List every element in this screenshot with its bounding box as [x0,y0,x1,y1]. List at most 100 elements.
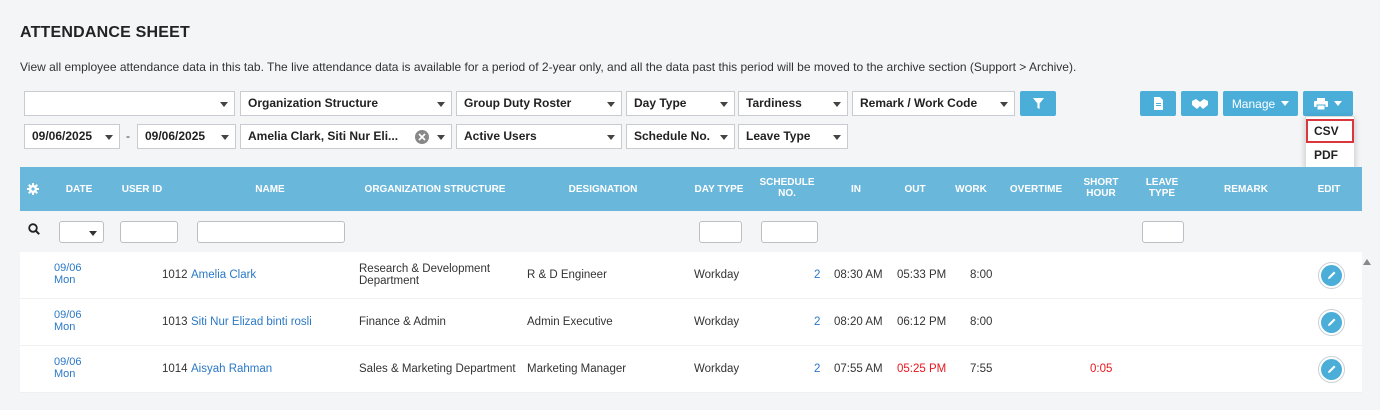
schedule-no-label: Schedule No. [634,129,711,143]
schedule-no-filter-input[interactable] [761,221,818,243]
remark-work-code-label: Remark / Work Code [860,96,978,110]
row-work-hours: 8:00 [970,269,993,281]
print-button[interactable] [1303,91,1353,116]
date-range-separator: - [126,129,130,143]
export-document-button[interactable] [1140,91,1176,116]
row-designation: Admin Executive [527,316,613,328]
leave-type-filter-input[interactable] [1142,221,1184,243]
scroll-up-arrow-icon[interactable] [1363,259,1371,265]
date-to-select[interactable]: 09/06/2025 [137,124,236,149]
row-schedule-no[interactable]: 2 [814,316,820,328]
row-day-type: Workday [694,363,740,375]
row-short-hour: 0:05 [1090,363,1113,375]
chevron-down-icon [220,102,228,107]
row-org-structure: Research & Development Department [359,263,491,287]
user-status-select[interactable]: Active Users [456,124,622,149]
row-work-hours: 8:00 [970,316,993,328]
tardiness-label: Tardiness [746,96,802,110]
date-from-select[interactable]: 09/06/2025 [24,124,120,149]
row-date[interactable]: 09/06 Mon [54,262,82,286]
date-from-value: 09/06/2025 [32,129,93,143]
pencil-icon [1328,365,1336,373]
filter-button[interactable] [1020,91,1056,116]
row-out-time: 05:25 PM [897,363,947,375]
leave-type-select[interactable]: Leave Type [738,124,848,149]
row-schedule-no[interactable]: 2 [814,363,820,375]
edit-button[interactable] [1318,309,1345,336]
column-header-out[interactable]: OUT [904,184,925,195]
group-duty-roster-select[interactable]: Group Duty Roster [456,91,622,116]
day-type-filter-input[interactable] [699,221,742,243]
column-header-name[interactable]: NAME [255,184,284,195]
edit-button[interactable] [1318,262,1345,289]
column-header-designation[interactable]: DESIGNATION [569,184,638,195]
remark-work-code-select[interactable]: Remark / Work Code [852,91,1015,116]
table-row: 09/06 Mon 1014 Aisyah Rahman Sales & Mark… [20,346,1362,393]
row-day-type: Workday [694,316,740,328]
leave-type-label: Leave Type [746,129,811,143]
row-day-type: Workday [694,269,740,281]
column-header-user-id[interactable]: USER ID [122,184,163,195]
column-filter-row [20,211,1362,252]
document-icon [1153,97,1163,110]
handshake-icon [1191,98,1208,109]
row-schedule-no[interactable]: 2 [814,269,820,281]
chevron-down-icon [1281,101,1290,106]
chevron-down-icon [1000,102,1008,107]
user-id-filter-input[interactable] [120,221,178,243]
table-row: 09/06 Mon 1012 Amelia Clark Research & De… [20,252,1362,299]
print-dropdown-menu: CSV PDF [1305,116,1355,168]
column-header-overtime[interactable]: OVERTIME [1010,184,1062,195]
column-header-short-hour[interactable]: SHORT HOUR [1084,177,1119,199]
column-header-leave-type[interactable]: LEAVE TYPE [1146,177,1179,199]
selected-users: Amelia Clark, Siti Nur Eli... [248,129,399,143]
row-org-structure: Sales & Marketing Department [359,363,516,375]
group-duty-roster-label: Group Duty Roster [464,96,572,110]
column-header-date[interactable]: DATE [66,184,92,195]
table-row: 09/06 Mon 1013 Siti Nur Elizad binti rosl… [20,299,1362,346]
handshake-button[interactable] [1181,91,1218,116]
row-out-time: 05:33 PM [897,269,947,281]
row-org-structure: Finance & Admin [359,316,446,328]
date-filter-select[interactable] [59,221,104,243]
chevron-down-icon [105,135,113,140]
row-in-time: 08:30 AM [834,269,883,281]
name-filter-input[interactable] [197,221,345,243]
chevron-down-icon [437,102,445,107]
column-header-work[interactable]: WORK [955,184,987,195]
edit-button[interactable] [1318,356,1345,383]
column-header-organization-structure[interactable]: ORGANIZATION STRUCTURE [365,184,506,195]
filter-select-blank[interactable] [24,91,235,116]
column-header-in[interactable]: IN [851,184,861,195]
row-in-time: 08:20 AM [834,316,883,328]
row-date[interactable]: 09/06 Mon [54,356,82,380]
page-title: ATTENDANCE SHEET [20,24,191,41]
row-name-link[interactable]: Amelia Clark [191,269,256,281]
column-header-schedule-no[interactable]: SCHEDULE NO. [759,177,814,199]
schedule-no-select[interactable]: Schedule No. [626,124,735,149]
column-header-day-type[interactable]: DAY TYPE [695,184,744,195]
pencil-icon [1328,318,1336,326]
row-date[interactable]: 09/06 Mon [54,309,82,333]
row-designation: R & D Engineer [527,269,607,281]
row-name-link[interactable]: Aisyah Rahman [191,363,272,375]
row-in-time: 07:55 AM [834,363,883,375]
chevron-down-icon [833,102,841,107]
menu-item-pdf[interactable]: PDF [1306,143,1354,167]
row-user-id: 1013 [162,316,188,328]
chevron-down-icon [89,231,97,236]
manage-button[interactable]: Manage [1223,91,1298,116]
tardiness-select[interactable]: Tardiness [738,91,848,116]
row-name-link[interactable]: Siti Nur Elizad binti rosli [191,316,312,328]
clear-icon[interactable] [415,130,429,144]
column-header-remark[interactable]: REMARK [1224,184,1268,195]
filter-icon [1032,98,1044,109]
search-icon[interactable] [28,223,40,235]
user-select[interactable]: Amelia Clark, Siti Nur Eli... [240,124,452,149]
day-type-select[interactable]: Day Type [626,91,735,116]
table-header: DATE USER ID NAME ORGANIZATION STRUCTURE… [20,167,1362,211]
menu-item-csv[interactable]: CSV [1306,119,1354,143]
settings-gear-icon[interactable] [27,183,39,195]
organization-structure-select[interactable]: Organization Structure [240,91,452,116]
chevron-down-icon [1334,101,1342,106]
